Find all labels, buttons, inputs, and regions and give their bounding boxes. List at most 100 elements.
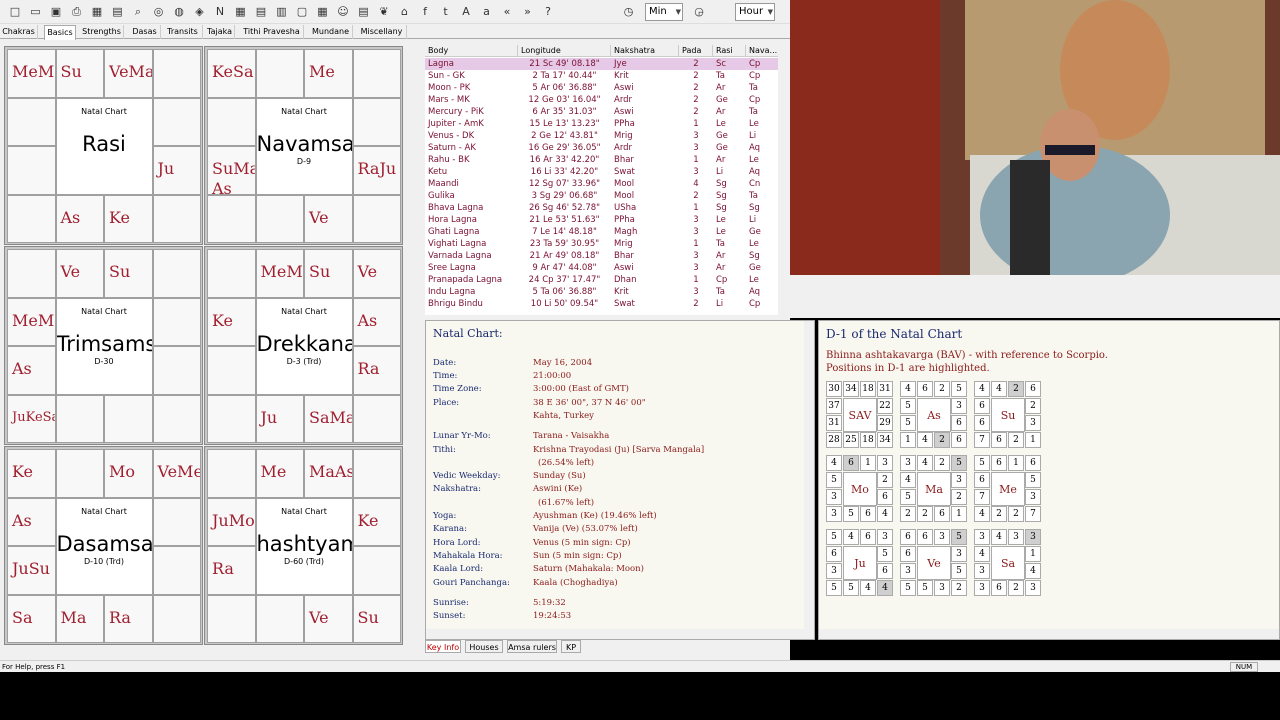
- chart-house[interactable]: KeSa: [207, 49, 256, 98]
- chart-house[interactable]: As: [7, 497, 56, 546]
- col-header-3[interactable]: Pada: [679, 45, 713, 57]
- chart-house[interactable]: As: [352, 297, 401, 346]
- chart-house[interactable]: Su: [104, 249, 153, 298]
- chart-house[interactable]: Ve: [304, 594, 353, 643]
- font-small-icon[interactable]: a: [478, 3, 496, 21]
- chart-house[interactable]: JuKeSaMa: [7, 394, 56, 443]
- font-large-icon[interactable]: A: [457, 3, 475, 21]
- help-icon[interactable]: ?: [539, 3, 557, 21]
- prev-icon[interactable]: «: [498, 3, 516, 21]
- chart-house[interactable]: [352, 49, 401, 98]
- table-row[interactable]: Lagna 21 Sc 49' 08.18" Jye 2 Sc Cp: [425, 58, 790, 70]
- chart-house[interactable]: [152, 49, 201, 98]
- chart-house[interactable]: [152, 546, 201, 595]
- chart-house[interactable]: RaJu: [352, 146, 401, 195]
- chart-house[interactable]: [352, 394, 401, 443]
- tab-houses[interactable]: Houses: [465, 640, 503, 653]
- bav-scrollbar[interactable]: [819, 629, 1279, 639]
- chart-house[interactable]: [7, 97, 56, 146]
- chart-house[interactable]: [255, 594, 304, 643]
- chart-house[interactable]: Ve: [55, 249, 104, 298]
- chart-house[interactable]: As: [7, 346, 56, 395]
- chart-rasi[interactable]: MeMo Su VeMa Ju Ke As Natal Chart Rasi: [4, 46, 203, 245]
- tab-mundane[interactable]: Mundane: [309, 25, 353, 39]
- chart-house[interactable]: MeMo: [7, 297, 56, 346]
- table-row[interactable]: Vighati Lagna 23 Ta 59' 30.95" Mrig 1 Ta Le: [425, 238, 790, 250]
- chart-house[interactable]: Ju: [152, 146, 201, 195]
- chart-house[interactable]: [207, 346, 256, 395]
- clock-icon[interactable]: ◷: [620, 3, 638, 21]
- tab-kp[interactable]: KP: [561, 640, 581, 653]
- table-row[interactable]: Rahu - BK 16 Ar 33' 42.20" Bhar 1 Ar Le: [425, 154, 790, 166]
- sp-icon[interactable]: ◍: [170, 3, 188, 21]
- col-header-0[interactable]: Body: [425, 45, 518, 57]
- chart-house[interactable]: Me: [255, 449, 304, 498]
- house-icon[interactable]: ⌂: [396, 3, 414, 21]
- chart-house[interactable]: [352, 449, 401, 498]
- table-row[interactable]: Bhrigu Bindu 10 Li 50' 09.54" Swat 2 Li Cp: [425, 298, 790, 310]
- chart-house[interactable]: [207, 194, 256, 243]
- chart-house[interactable]: [207, 594, 256, 643]
- chart-house[interactable]: [104, 394, 153, 443]
- chart-house[interactable]: JuMo: [207, 497, 256, 546]
- chart-dasamsa[interactable]: Ke Mo VeMe Ra Ma Sa JuSu As Natal Chart Dasamsa D-…: [4, 446, 203, 645]
- chart-house[interactable]: Su: [55, 49, 104, 98]
- chart-house[interactable]: [7, 194, 56, 243]
- facebook-icon[interactable]: f: [416, 3, 434, 21]
- zoom-min-select[interactable]: Min ▼: [645, 3, 683, 21]
- chart-house[interactable]: [152, 97, 201, 146]
- col-header-2[interactable]: Nakshatra: [611, 45, 679, 57]
- tab-key-info[interactable]: Key Info: [425, 640, 461, 653]
- table-row[interactable]: Saturn - AK 16 Ge 29' 36.05" Ardr 3 Ge Aq: [425, 142, 790, 154]
- data-icon[interactable]: ▤: [109, 3, 127, 21]
- chart-house[interactable]: SaMa: [304, 394, 353, 443]
- chart-house[interactable]: Sa: [7, 594, 56, 643]
- table-scrollbar[interactable]: [778, 45, 790, 315]
- chart-house[interactable]: JuSu: [7, 546, 56, 595]
- book-icon[interactable]: ▤: [355, 3, 373, 21]
- chart-house[interactable]: [207, 449, 256, 498]
- chart-house[interactable]: [152, 297, 201, 346]
- chart-house[interactable]: [152, 249, 201, 298]
- chart-house[interactable]: Me: [304, 49, 353, 98]
- chart-house[interactable]: [207, 394, 256, 443]
- chart-house[interactable]: As: [55, 194, 104, 243]
- n-icon[interactable]: N: [211, 3, 229, 21]
- table-row[interactable]: Varnada Lagna 21 Ar 49' 08.18" Bhar 3 Ar Sg: [425, 250, 790, 262]
- chart-house[interactable]: [55, 394, 104, 443]
- twitter-icon[interactable]: t: [437, 3, 455, 21]
- table-row[interactable]: Maandi 12 Sg 07' 33.96" Mool 4 Sg Cn: [425, 178, 790, 190]
- chart-house[interactable]: [55, 449, 104, 498]
- grid2-icon[interactable]: ▦: [314, 3, 332, 21]
- chart-house[interactable]: [255, 49, 304, 98]
- table-row[interactable]: Ketu 16 Li 33' 42.20" Swat 3 Li Aq: [425, 166, 790, 178]
- chart-house[interactable]: [352, 97, 401, 146]
- tab-tithi-pravesha[interactable]: Tithi Pravesha: [240, 25, 304, 39]
- chart-house[interactable]: VeMa: [104, 49, 153, 98]
- tab-amsa-rulers[interactable]: Amsa rulers: [507, 640, 557, 653]
- col-header-4[interactable]: Rasi: [713, 45, 746, 57]
- chart-house[interactable]: Ra: [207, 546, 256, 595]
- chart-house[interactable]: Su: [352, 594, 401, 643]
- table-row[interactable]: Indu Lagna 5 Ta 06' 36.88" Krit 3 Ta Aq: [425, 286, 790, 298]
- tree-icon[interactable]: ❦: [375, 3, 393, 21]
- chart-house[interactable]: [152, 394, 201, 443]
- chart-house[interactable]: Ju: [255, 394, 304, 443]
- table-row[interactable]: Moon - PK 5 Ar 06' 36.88" Aswi 2 Ar Ta: [425, 82, 790, 94]
- print-icon[interactable]: ⎙: [68, 3, 86, 21]
- sb-icon[interactable]: ▥: [273, 3, 291, 21]
- chart-navamsa[interactable]: KeSa Me RaJu Ve SuMa As Natal Chart Navamsa D-9: [204, 46, 403, 245]
- table-icon[interactable]: ▤: [252, 3, 270, 21]
- grid-icon[interactable]: ▦: [232, 3, 250, 21]
- tab-basics[interactable]: Basics: [44, 25, 76, 40]
- chart-house[interactable]: Ke: [104, 194, 153, 243]
- tab-miscellany[interactable]: Miscellany: [357, 25, 407, 39]
- table-row[interactable]: Mars - MK 12 Ge 03' 16.04" Ardr 2 Ge Cp: [425, 94, 790, 106]
- tool-icon[interactable]: ◈: [191, 3, 209, 21]
- key-info-scrollbar[interactable]: [426, 629, 814, 639]
- chart-house[interactable]: Ke: [207, 297, 256, 346]
- chart-drekkana[interactable]: MeMo Su Ve As Ra SaMa Ju Ke Natal Chart DrekkanaD…: [204, 246, 403, 445]
- chart-house[interactable]: Ve: [352, 249, 401, 298]
- chart-house[interactable]: Ve: [304, 194, 353, 243]
- chart-icon[interactable]: ▦: [88, 3, 106, 21]
